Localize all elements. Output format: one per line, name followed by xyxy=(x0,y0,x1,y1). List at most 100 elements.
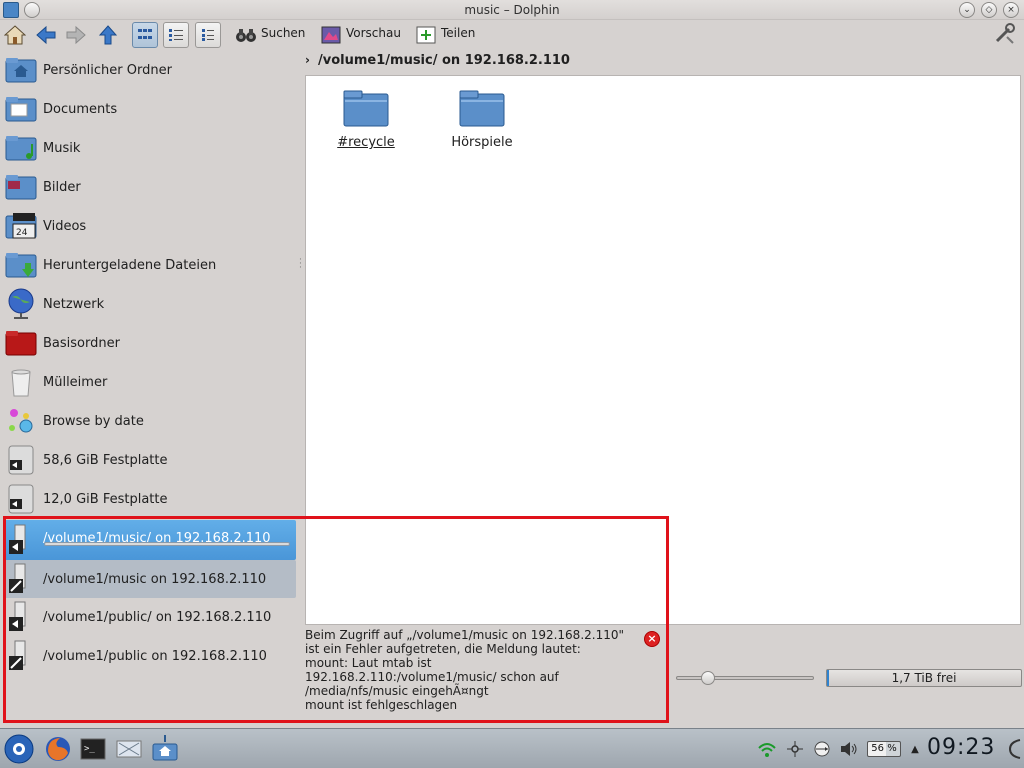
place-videos[interactable]: 24 Videos xyxy=(4,208,296,244)
error-close-icon[interactable]: × xyxy=(644,631,660,647)
icons-view-button[interactable] xyxy=(132,22,158,48)
network-tray-icon[interactable] xyxy=(784,739,806,759)
file-view[interactable]: #recycle Hörspiele xyxy=(305,75,1021,625)
wrench-icon[interactable] xyxy=(992,23,1016,45)
terminal-icon[interactable]: >_ xyxy=(77,733,109,765)
split-button-label[interactable]: Teilen xyxy=(441,26,475,40)
file-item[interactable]: #recycle xyxy=(311,88,421,150)
place-label: 12,0 GiB Festplatte xyxy=(43,491,168,507)
file-item[interactable]: Hörspiele xyxy=(427,88,537,150)
svg-text:>_: >_ xyxy=(84,744,95,754)
place-nfs-music-slash[interactable]: /volume1/music/ on 192.168.2.110 xyxy=(4,520,296,560)
folder-icon xyxy=(343,90,389,127)
up-arrow-icon[interactable] xyxy=(96,24,120,46)
binoculars-icon[interactable] xyxy=(234,24,258,46)
breadcrumb-path[interactable]: /volume1/music/ on 192.168.2.110 xyxy=(318,53,570,68)
place-label: Mülleimer xyxy=(43,374,108,390)
clock[interactable]: 09:23 xyxy=(927,735,995,760)
place-pictures[interactable]: Bilder xyxy=(4,169,296,205)
details-view-button[interactable] xyxy=(195,22,221,48)
music-folder-icon xyxy=(4,131,38,165)
breadcrumb[interactable]: › /volume1/music/ on 192.168.2.110 xyxy=(300,50,1024,74)
svg-text:24: 24 xyxy=(16,228,28,238)
root-folder-icon xyxy=(4,326,38,360)
place-label: Bilder xyxy=(43,179,81,195)
documents-folder-icon xyxy=(4,92,38,126)
zoom-slider[interactable] xyxy=(676,671,814,685)
battery-indicator[interactable]: 56 % xyxy=(867,741,901,757)
panel-splitter-handle[interactable]: · · · xyxy=(299,256,302,273)
nfs-mount-icon xyxy=(4,523,38,557)
place-label: Persönlicher Ordner xyxy=(43,62,172,78)
error-message: Beim Zugriff auf „/volume1/music on 192.… xyxy=(305,628,625,712)
window-titlebar[interactable]: music – Dolphin ⌄ ◇ × xyxy=(0,0,1024,20)
network-globe-icon xyxy=(4,287,38,321)
place-home[interactable]: Persönlicher Ordner xyxy=(4,52,296,88)
desktop-cashew-icon[interactable] xyxy=(1005,739,1023,759)
window-title: music – Dolphin xyxy=(464,3,560,17)
place-label: Basisordner xyxy=(43,335,120,351)
nfs-mount-icon xyxy=(4,600,38,634)
chevron-right-icon[interactable]: › xyxy=(305,53,310,67)
usb-device-icon[interactable] xyxy=(810,739,834,759)
search-button-label[interactable]: Suchen xyxy=(261,26,305,40)
zoom-slider-track xyxy=(676,676,814,680)
nfs-mount-icon xyxy=(4,562,38,596)
place-trash[interactable]: Mülleimer xyxy=(4,364,296,400)
place-nfs-public[interactable]: /volume1/public on 192.168.2.110 xyxy=(4,637,296,675)
close-button[interactable]: × xyxy=(1003,2,1019,18)
firefox-icon[interactable] xyxy=(42,733,74,765)
forward-arrow-icon[interactable] xyxy=(64,24,88,46)
main-toolbar: Suchen Vorschau Teilen xyxy=(0,20,1024,50)
place-music[interactable]: Musik xyxy=(4,130,296,166)
free-space-indicator: 1,7 TiB frei xyxy=(826,669,1022,687)
split-view-icon[interactable] xyxy=(414,24,438,46)
pictures-folder-icon xyxy=(4,170,38,204)
volume-icon[interactable] xyxy=(838,739,860,759)
place-label: Netzwerk xyxy=(43,296,105,312)
place-network[interactable]: Netzwerk xyxy=(4,286,296,322)
place-documents[interactable]: Documents xyxy=(4,91,296,127)
preview-icon[interactable] xyxy=(319,24,343,46)
place-label: 58,6 GiB Festplatte xyxy=(43,452,168,468)
place-downloads[interactable]: Heruntergeladene Dateien xyxy=(4,247,296,283)
place-label: Documents xyxy=(43,101,118,117)
place-nfs-music[interactable]: /volume1/music on 192.168.2.110 xyxy=(4,560,296,598)
place-disk-12[interactable]: 12,0 GiB Festplatte xyxy=(4,481,296,517)
videos-folder-icon: 24 xyxy=(4,209,38,243)
nfs-mount-icon xyxy=(4,639,38,673)
place-disk-58[interactable]: 58,6 GiB Festplatte xyxy=(4,442,296,478)
compact-view-button[interactable] xyxy=(163,22,189,48)
place-label: /volume1/public/ on 192.168.2.110 xyxy=(43,609,272,625)
home-folder-icon xyxy=(4,53,38,87)
tray-expand-icon[interactable]: ▲ xyxy=(908,739,922,759)
dolphin-task-icon[interactable] xyxy=(149,733,181,765)
trash-icon xyxy=(4,365,38,399)
place-label: Browse by date xyxy=(43,413,144,429)
place-browse-by-date[interactable]: Browse by date xyxy=(4,403,296,439)
place-label: Musik xyxy=(43,140,81,156)
maximize-button[interactable]: ◇ xyxy=(981,2,997,18)
wifi-icon[interactable] xyxy=(756,739,778,759)
timeline-icon xyxy=(4,404,38,438)
minimize-button[interactable]: ⌄ xyxy=(959,2,975,18)
place-nfs-public-slash[interactable]: /volume1/public/ on 192.168.2.110 xyxy=(4,598,296,636)
back-arrow-icon[interactable] xyxy=(34,24,58,46)
place-label: /volume1/public on 192.168.2.110 xyxy=(43,648,267,664)
zoom-slider-handle[interactable] xyxy=(700,671,715,685)
file-name: #recycle xyxy=(337,135,395,150)
preview-button-label[interactable]: Vorschau xyxy=(346,26,401,40)
file-name: Hörspiele xyxy=(451,135,513,150)
folder-icon xyxy=(459,90,505,127)
taskbar: >_ 56 % ▲ 09:23 xyxy=(0,728,1024,768)
file-transfer-icon[interactable] xyxy=(113,733,145,765)
hard-disk-icon xyxy=(4,443,38,477)
home-icon[interactable] xyxy=(3,24,27,46)
capacity-bar xyxy=(44,542,290,546)
hard-disk-icon xyxy=(4,482,38,516)
downloads-folder-icon xyxy=(4,248,38,282)
application-launcher-icon[interactable] xyxy=(3,733,35,765)
place-root[interactable]: Basisordner xyxy=(4,325,296,361)
places-panel: Persönlicher Ordner Documents Musik Bild… xyxy=(0,50,298,726)
place-label: /volume1/music on 192.168.2.110 xyxy=(43,571,267,587)
